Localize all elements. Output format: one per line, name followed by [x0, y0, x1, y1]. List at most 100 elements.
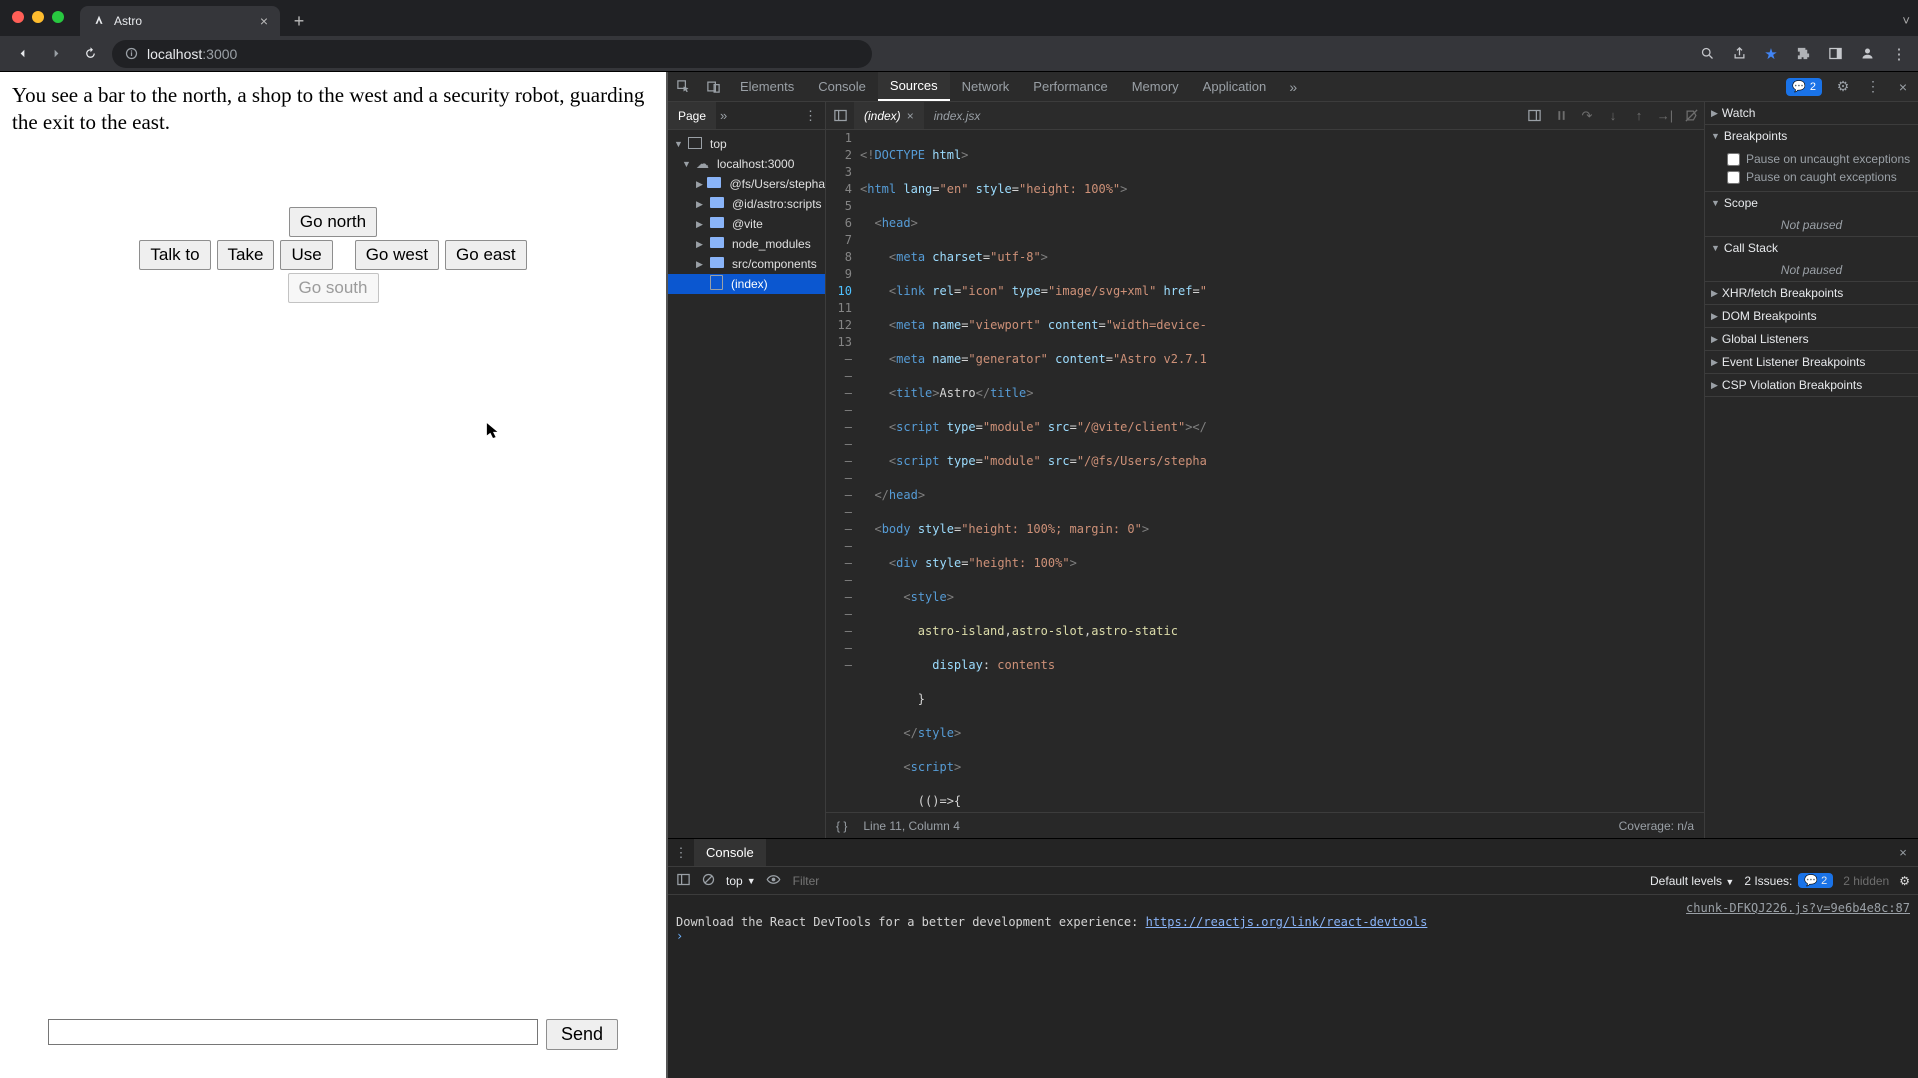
tree-folder-node-modules[interactable]: ▶node_modules	[668, 234, 825, 254]
extensions-icon[interactable]	[1794, 45, 1812, 63]
chk-uncaught[interactable]: Pause on uncaught exceptions	[1727, 150, 1912, 168]
close-window-icon[interactable]	[12, 11, 24, 23]
side-panel-icon[interactable]	[1826, 45, 1844, 63]
section-callstack[interactable]: ▼Call Stack	[1705, 237, 1918, 259]
maximize-window-icon[interactable]	[52, 11, 64, 23]
talk-to-button[interactable]: Talk to	[139, 240, 210, 270]
drawer-kebab-icon[interactable]: ⋮	[668, 839, 694, 866]
console-drawer: ⋮ Console × top ▼ Default levels ▼ 2 Iss…	[668, 838, 1918, 1078]
forward-button[interactable]	[44, 42, 68, 66]
tree-folder-astro-scripts[interactable]: ▶@id/astro:scripts	[668, 194, 825, 214]
console-settings-icon[interactable]: ⚙	[1899, 874, 1910, 888]
send-button[interactable]: Send	[546, 1019, 618, 1050]
close-tab-icon[interactable]: ×	[260, 14, 268, 28]
tab-sources[interactable]: Sources	[878, 72, 950, 101]
address-bar: localhost:3000 ★ ⋮	[0, 36, 1918, 72]
command-input[interactable]	[48, 1019, 538, 1045]
close-file-tab-icon[interactable]: ×	[907, 109, 914, 123]
chevron-down-icon[interactable]: ˅	[1902, 13, 1910, 36]
tree-host[interactable]: ▼localhost:3000	[668, 154, 825, 174]
step-into-icon[interactable]: ↓	[1600, 102, 1626, 129]
console-context[interactable]: top ▼	[726, 874, 756, 888]
drawer-close-icon[interactable]: ×	[1888, 839, 1918, 866]
tab-memory[interactable]: Memory	[1120, 72, 1191, 101]
device-mode-icon[interactable]	[698, 72, 728, 101]
more-tabs-icon[interactable]: »	[1278, 72, 1308, 101]
page-viewport: You see a bar to the north, a shop to th…	[0, 72, 668, 1078]
minimize-window-icon[interactable]	[32, 11, 44, 23]
tree-folder-vite[interactable]: ▶@vite	[668, 214, 825, 234]
console-issues[interactable]: 2 Issues: 💬2	[1744, 873, 1833, 888]
toggle-debugger-icon[interactable]	[1520, 102, 1548, 129]
section-scope[interactable]: ▼Scope	[1705, 192, 1918, 214]
tab-console[interactable]: Console	[806, 72, 878, 101]
section-dom[interactable]: ▶DOM Breakpoints	[1705, 305, 1918, 327]
navigator-more-icon[interactable]: »	[716, 108, 731, 123]
tree-file-index[interactable]: (index)	[668, 274, 825, 294]
address-input[interactable]: localhost:3000	[112, 40, 872, 68]
reload-button[interactable]	[78, 42, 102, 66]
chk-caught[interactable]: Pause on caught exceptions	[1727, 168, 1912, 186]
browser-tabs: Astro × +	[80, 0, 312, 36]
tab-elements[interactable]: Elements	[728, 72, 806, 101]
inspect-element-icon[interactable]	[668, 72, 698, 101]
share-icon[interactable]	[1730, 45, 1748, 63]
use-button[interactable]: Use	[280, 240, 332, 270]
zoom-icon[interactable]	[1698, 45, 1716, 63]
kebab-menu-icon[interactable]: ⋮	[1890, 45, 1908, 63]
tree-top[interactable]: ▼top	[668, 134, 825, 154]
live-expression-icon[interactable]	[766, 872, 781, 890]
console-sidebar-icon[interactable]	[676, 872, 691, 890]
navigator-kebab-icon[interactable]: ⋮	[796, 108, 825, 124]
coverage-status: Coverage: n/a	[1619, 819, 1694, 833]
code-editor[interactable]: 12345678910111213––––––––––––––––––– <!D…	[826, 130, 1704, 812]
section-csp[interactable]: ▶CSP Violation Breakpoints	[1705, 374, 1918, 396]
file-tab-indexjsx[interactable]: index.jsx	[924, 102, 991, 129]
gear-icon[interactable]: ⚙	[1828, 72, 1858, 101]
back-button[interactable]	[10, 42, 34, 66]
step-out-icon[interactable]: ↑	[1626, 102, 1652, 129]
console-hidden-count[interactable]: 2 hidden	[1843, 874, 1889, 888]
console-filter-input[interactable]	[791, 873, 1091, 889]
console-prompt-icon: ›	[676, 929, 689, 943]
go-east-button[interactable]: Go east	[445, 240, 527, 270]
issues-badge[interactable]: 💬2	[1786, 78, 1822, 96]
section-global[interactable]: ▶Global Listeners	[1705, 328, 1918, 350]
section-breakpoints[interactable]: ▼Breakpoints	[1705, 125, 1918, 147]
file-tab-index[interactable]: (index)×	[854, 102, 924, 129]
new-tab-button[interactable]: +	[286, 8, 312, 34]
drawer-tab-console[interactable]: Console	[694, 839, 766, 866]
devtools-kebab-icon[interactable]: ⋮	[1858, 72, 1888, 101]
bookmark-star-icon[interactable]: ★	[1762, 45, 1780, 63]
url-host: localhost	[147, 46, 202, 62]
tab-performance[interactable]: Performance	[1021, 72, 1119, 101]
section-eventlistener[interactable]: ▶Event Listener Breakpoints	[1705, 351, 1918, 373]
tree-folder-components[interactable]: ▶src/components	[668, 254, 825, 274]
site-info-icon[interactable]	[124, 46, 139, 61]
devtools-close-icon[interactable]: ×	[1888, 72, 1918, 101]
section-xhr[interactable]: ▶XHR/fetch Breakpoints	[1705, 282, 1918, 304]
browser-titlebar: Astro × + ˅	[0, 0, 1918, 36]
step-over-icon[interactable]: ↷	[1574, 102, 1600, 129]
section-watch[interactable]: ▶Watch	[1705, 102, 1918, 124]
take-button[interactable]: Take	[217, 240, 275, 270]
tab-application[interactable]: Application	[1191, 72, 1279, 101]
go-north-button[interactable]: Go north	[289, 207, 377, 237]
toggle-nav-icon[interactable]	[826, 102, 854, 129]
console-output[interactable]: chunk-DFKQJ226.js?v=9e6b4e8c:87 Download…	[668, 895, 1918, 1078]
pause-icon[interactable]	[1548, 102, 1574, 129]
log-link[interactable]: https://reactjs.org/link/react-devtools	[1146, 915, 1428, 929]
profile-icon[interactable]	[1858, 45, 1876, 63]
console-levels[interactable]: Default levels ▼	[1650, 874, 1734, 888]
deactivate-bp-icon[interactable]	[1678, 102, 1704, 129]
step-icon[interactable]: →|	[1652, 102, 1678, 129]
tree-folder-fs[interactable]: ▶@fs/Users/stepha	[668, 174, 825, 194]
browser-tab-astro[interactable]: Astro ×	[80, 6, 280, 36]
go-west-button[interactable]: Go west	[355, 240, 439, 270]
tab-network[interactable]: Network	[950, 72, 1022, 101]
devtools-panel: Elements Console Sources Network Perform…	[668, 72, 1918, 1078]
navigator-tab-page[interactable]: Page	[668, 102, 716, 129]
clear-console-icon[interactable]	[701, 872, 716, 890]
pretty-print-icon[interactable]: { }	[836, 819, 847, 833]
log-source-ref[interactable]: chunk-DFKQJ226.js?v=9e6b4e8c:87	[1686, 901, 1910, 915]
